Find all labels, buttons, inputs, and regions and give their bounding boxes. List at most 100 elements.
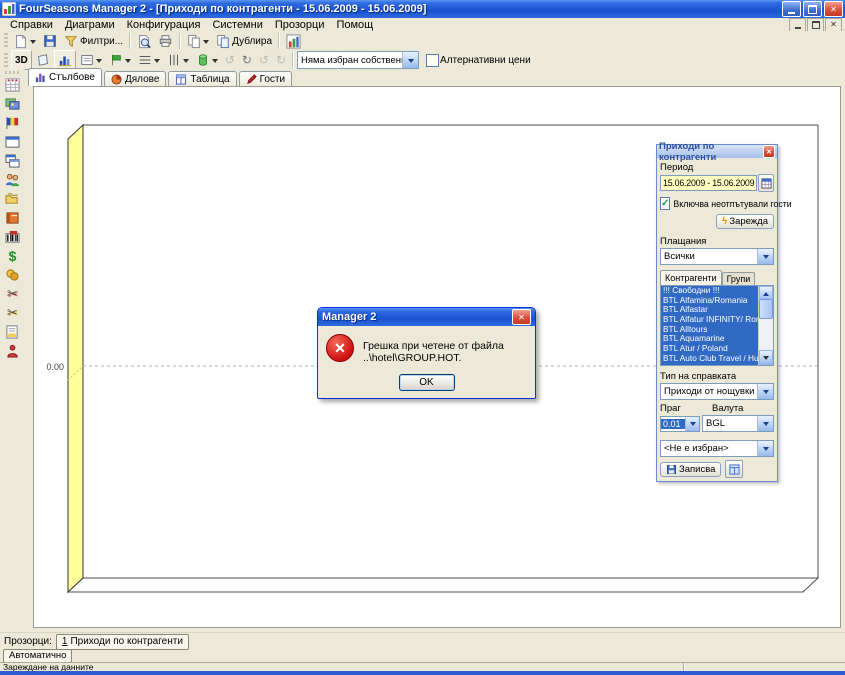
- reset-rotation-right-button[interactable]: ↻: [273, 51, 289, 69]
- h-gridlines-button[interactable]: [135, 51, 163, 69]
- owner-select[interactable]: Няма избран собственици: [297, 51, 419, 69]
- tab-guests-label: Гости: [260, 74, 285, 85]
- 3d-toggle-button[interactable]: 3D: [11, 50, 32, 70]
- alt-prices-checkbox[interactable]: [426, 54, 439, 67]
- perspective-icon: [36, 53, 50, 67]
- photos-button[interactable]: [3, 94, 23, 113]
- tab-contractors[interactable]: Контрагенти: [660, 270, 722, 285]
- toolbar-grip[interactable]: [4, 53, 8, 67]
- include-guests-checkbox[interactable]: ✓: [660, 197, 670, 210]
- flag-button[interactable]: [3, 113, 23, 132]
- save-report-button[interactable]: Записва: [660, 462, 721, 477]
- list-item[interactable]: BTL Alfatur INFINITY/ Romani: [661, 315, 759, 325]
- window-copy-button[interactable]: [3, 151, 23, 170]
- load-button[interactable]: ϟ Зарежда: [716, 214, 774, 229]
- print-button[interactable]: [155, 32, 176, 50]
- automatic-button[interactable]: Автоматично: [3, 649, 72, 663]
- panel-close-button[interactable]: ✕: [763, 145, 775, 158]
- window-button[interactable]: [3, 132, 23, 151]
- person-red-button[interactable]: [3, 341, 23, 360]
- scrollbar-thumb[interactable]: [759, 299, 773, 319]
- duplicate-button[interactable]: Дублира: [213, 32, 275, 50]
- payments-select[interactable]: Всички: [660, 248, 774, 265]
- menu-konfiguracia[interactable]: Конфигурация: [121, 19, 207, 31]
- currency-select[interactable]: BGL: [702, 415, 774, 432]
- table-view-button[interactable]: [725, 460, 743, 478]
- list-item[interactable]: BTL Alltours: [661, 325, 759, 335]
- tab-groups[interactable]: Групи: [722, 272, 756, 285]
- bars-style-button[interactable]: [54, 50, 76, 70]
- cylinder-style-button[interactable]: [193, 51, 221, 69]
- tab-bars[interactable]: Стълбове: [28, 68, 102, 86]
- filters-button[interactable]: Филтри...: [61, 32, 126, 50]
- minimize-button[interactable]: [782, 1, 801, 17]
- chart-button[interactable]: [283, 32, 304, 50]
- print-preview-button[interactable]: [134, 32, 154, 50]
- tab-guests[interactable]: Гости: [239, 71, 292, 86]
- duplicate-label: Дублира: [232, 36, 272, 47]
- list-item-clipped[interactable]: [661, 364, 759, 366]
- copy-button[interactable]: [184, 32, 212, 50]
- ok-button[interactable]: OK: [399, 374, 455, 391]
- close-button[interactable]: ✕: [824, 1, 843, 17]
- list-scrollbar[interactable]: [758, 286, 773, 365]
- reset-rotation-left-button[interactable]: ↺: [256, 51, 272, 69]
- payments-select-dropdown-button[interactable]: [757, 249, 773, 264]
- folders-button[interactable]: [3, 189, 23, 208]
- minimize-icon: [788, 12, 795, 14]
- list-item[interactable]: BTL Alfamina/Romania: [661, 296, 759, 306]
- rotate-left-button[interactable]: ↺: [222, 51, 238, 69]
- threshold-input[interactable]: 0.01: [660, 416, 700, 432]
- scroll-down-button[interactable]: [759, 350, 773, 365]
- labels-button[interactable]: [106, 51, 134, 69]
- menu-diagrami[interactable]: Диаграми: [59, 19, 121, 31]
- v-gridlines-button[interactable]: [164, 51, 192, 69]
- list-item[interactable]: BTL Aquamarine: [661, 334, 759, 344]
- list-item[interactable]: BTL Alfastar: [661, 305, 759, 315]
- panel-title-bar[interactable]: Приходи по контрагенти ✕: [657, 145, 777, 158]
- menu-prozorci[interactable]: Прозорци: [269, 19, 331, 31]
- tab-pie[interactable]: Дялове: [104, 71, 166, 86]
- coins-button[interactable]: [3, 265, 23, 284]
- guests-group-button[interactable]: [3, 170, 23, 189]
- menu-pomosht[interactable]: Помощ: [330, 19, 379, 31]
- mdi-minimize-button[interactable]: [789, 18, 806, 32]
- mdi-close-button[interactable]: ✕: [825, 18, 842, 32]
- new-report-button[interactable]: [11, 32, 39, 50]
- report-type-select[interactable]: Приходи от нощувки: [660, 383, 774, 400]
- save-button[interactable]: [40, 32, 60, 50]
- toolbar-grip[interactable]: [4, 33, 8, 49]
- note-button[interactable]: [3, 322, 23, 341]
- perspective-button[interactable]: [33, 51, 53, 69]
- barcode-button[interactable]: [3, 227, 23, 246]
- currency-button[interactable]: $: [3, 246, 23, 265]
- planner-grid-button[interactable]: [3, 75, 23, 94]
- list-item[interactable]: !!! Свободни !!!: [661, 286, 759, 296]
- report-type-select-dropdown-button[interactable]: [757, 384, 773, 399]
- chevron-down-icon: [408, 59, 414, 66]
- restore-button[interactable]: [803, 1, 822, 17]
- dialog-title-bar[interactable]: Manager 2 ✕: [318, 308, 535, 326]
- list-item[interactable]: BTL Auto Club Travel / Hunga: [661, 354, 759, 364]
- legend-button[interactable]: [77, 51, 105, 69]
- mdi-restore-button[interactable]: [807, 18, 824, 32]
- threshold-dropdown-button[interactable]: [685, 417, 699, 431]
- tab-table[interactable]: Таблица: [168, 71, 236, 86]
- list-item[interactable]: BTL Atur / Poland: [661, 344, 759, 354]
- window-tab-button[interactable]: 1 Приходи по контрагенти: [56, 634, 189, 650]
- cut-red-button[interactable]: ✂: [3, 284, 23, 303]
- toolbar-grip[interactable]: [5, 71, 20, 74]
- horizontal-gridlines-icon: [138, 53, 152, 67]
- menu-spravki[interactable]: Справки: [4, 19, 59, 31]
- dialog-close-button[interactable]: ✕: [512, 309, 531, 325]
- cut-coin-button[interactable]: ✂: [3, 303, 23, 322]
- owner-select-dropdown-button[interactable]: [402, 52, 418, 68]
- calendar-button[interactable]: [758, 174, 774, 192]
- template-select[interactable]: <Не е избран>: [660, 440, 774, 457]
- rotate-right-button[interactable]: ↻: [239, 51, 255, 69]
- currency-select-dropdown-button[interactable]: [757, 416, 773, 431]
- menu-sistemni[interactable]: Системни: [206, 19, 268, 31]
- period-input[interactable]: 15.06.2009 - 15.06.2009: [660, 175, 757, 191]
- ledger-button[interactable]: [3, 208, 23, 227]
- template-select-dropdown-button[interactable]: [757, 441, 773, 456]
